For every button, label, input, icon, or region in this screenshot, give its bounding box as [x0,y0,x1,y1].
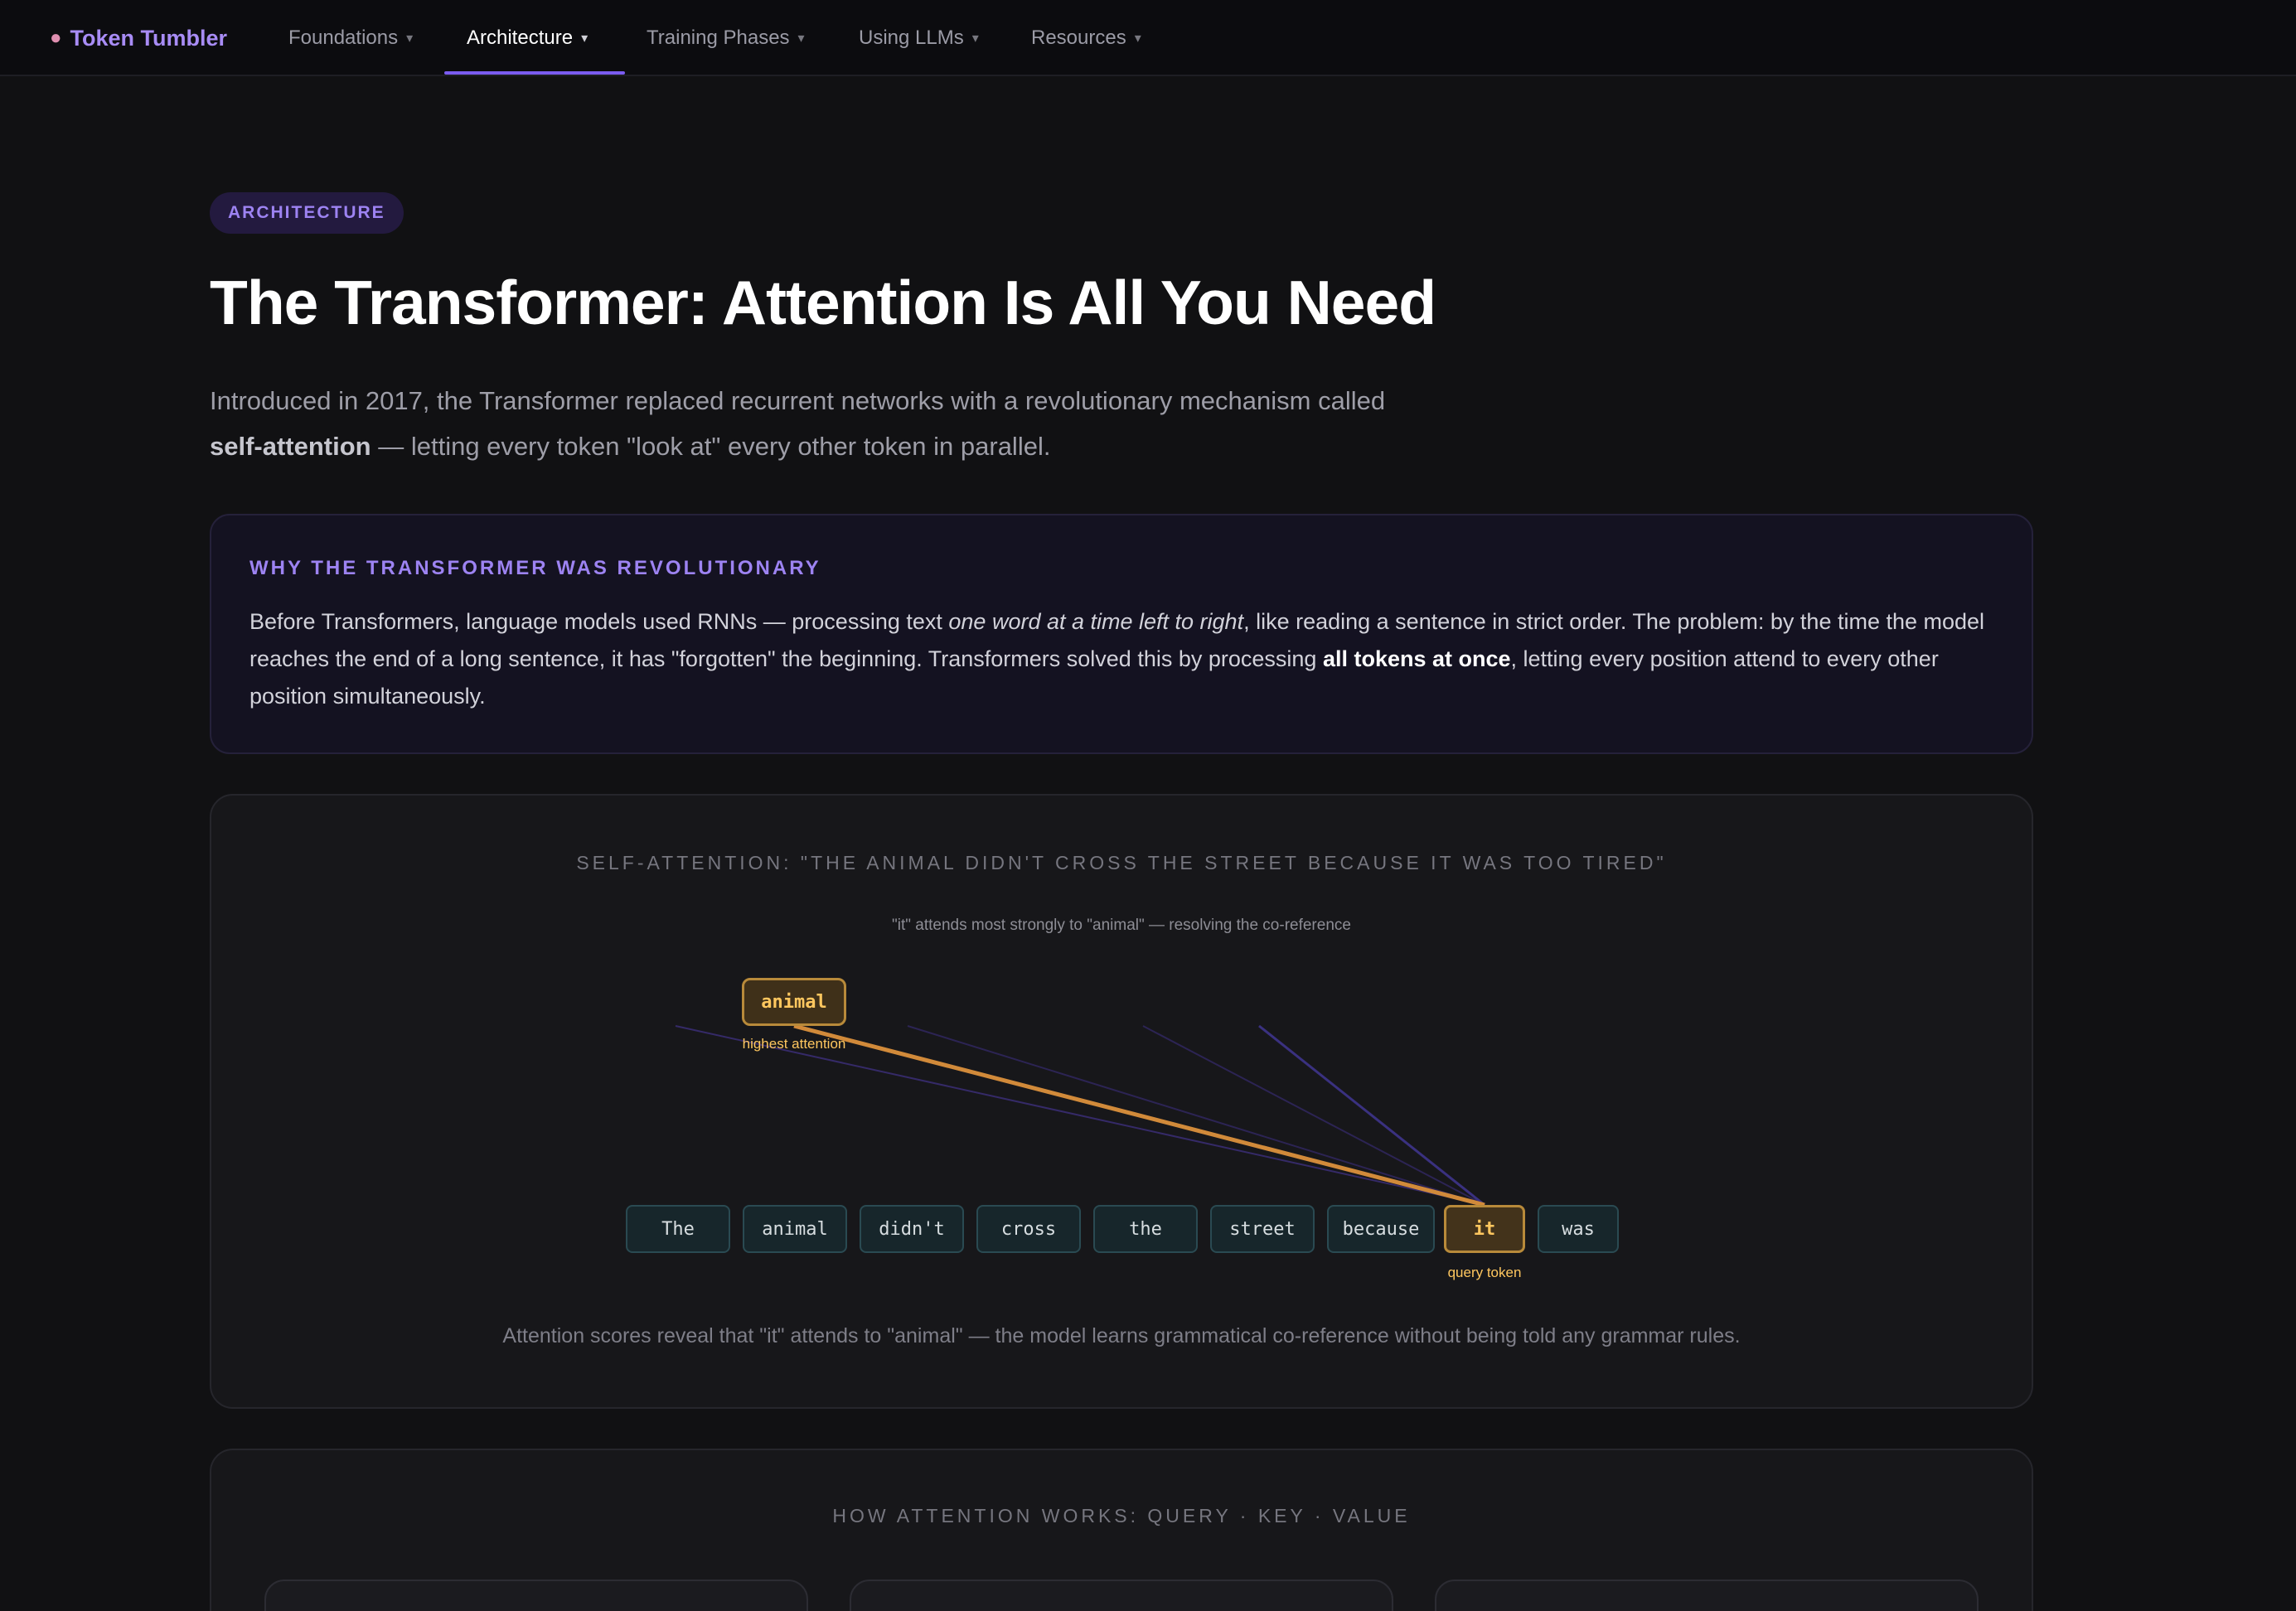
attention-line-strong [793,1023,1485,1207]
nav-item-foundations[interactable]: Foundations ▾ [288,0,413,76]
token-chip[interactable]: The [626,1205,730,1253]
nav-item-resources[interactable]: Resources ▾ [1031,0,1141,76]
nav-item-label: Resources [1031,27,1126,49]
active-tab-indicator [444,71,625,75]
token-chip[interactable]: because [1327,1205,1435,1253]
nav-item-label: Using LLMs [859,27,964,49]
nav-item-training-phases[interactable]: Training Phases ▾ [647,0,805,76]
qkv-title: HOW ATTENTION WORKS: QUERY · KEY · VALUE [832,1505,1411,1526]
qkv-panel-value [1435,1580,1979,1611]
intro-paragraph: Introduced in 2017, the Transformer repl… [210,378,1420,469]
chevron-down-icon: ▾ [797,31,805,46]
brand-logo[interactable]: ● Token Tumbler [50,18,227,58]
token-chip[interactable]: the [1093,1205,1198,1253]
chevron-down-icon: ▾ [971,31,979,46]
callout-title: WHY THE TRANSFORMER WAS REVOLUTIONARY [249,557,821,579]
chevron-down-icon: ▾ [1134,31,1141,46]
attention-line-medium [1258,1024,1485,1207]
nav-item-label: Architecture [467,27,574,49]
nav-item-using-llms[interactable]: Using LLMs ▾ [859,0,979,76]
nav-item-label: Training Phases [647,27,790,49]
token-chip[interactable]: street [1210,1205,1315,1253]
qkv-card: HOW ATTENTION WORKS: QUERY · KEY · VALUE [210,1449,2033,1611]
attention-footer: Attention scores reveal that "it" attend… [502,1324,1741,1347]
token-chip[interactable]: cross [976,1205,1081,1253]
section-badge: ARCHITECTURE [210,192,404,234]
callout-body: Before Transformers, language models use… [249,603,1998,715]
highlighted-token: animal [742,978,846,1026]
chevron-down-icon: ▾ [581,31,589,46]
chevron-down-icon: ▾ [406,31,414,46]
qkv-panel-query [264,1580,808,1611]
query-token-chip[interactable]: it [1444,1205,1525,1253]
intro-text-end: — letting every token "look at" every ot… [371,432,1051,461]
attention-line-weak [907,1025,1485,1206]
page-title: The Transformer: Attention Is All You Ne… [210,268,1436,337]
token-chip[interactable]: animal [743,1205,847,1253]
brand-name: Token Tumbler [70,25,228,51]
nav-item-label: Foundations [288,27,399,49]
attention-lines [675,1023,1485,1207]
token-chip[interactable]: didn't [860,1205,964,1253]
callout-box: WHY THE TRANSFORMER WAS REVOLUTIONARY Be… [210,514,2033,754]
qkv-panel-key [850,1580,1393,1611]
brain-icon: ● [50,27,62,49]
highest-attention-label: highest attention [742,1036,846,1052]
top-nav: ● Token Tumbler Foundations ▾ Architectu… [0,0,2296,76]
callout-text: Before Transformers, language models use… [249,609,949,634]
token-chip[interactable]: was [1538,1205,1619,1253]
intro-emphasis: self-attention [210,432,371,461]
callout-italic: one word at a time left to right [948,609,1244,634]
callout-bold: all tokens at once [1322,646,1511,671]
query-token-label: query token [1447,1265,1522,1280]
self-attention-card: SELF-ATTENTION: "THE ANIMAL DIDN'T CROSS… [210,794,2033,1409]
intro-text: Introduced in 2017, the Transformer repl… [210,386,1386,415]
nav-item-architecture[interactable]: Architecture ▾ [467,0,588,76]
attention-line-weak [675,1025,1485,1206]
